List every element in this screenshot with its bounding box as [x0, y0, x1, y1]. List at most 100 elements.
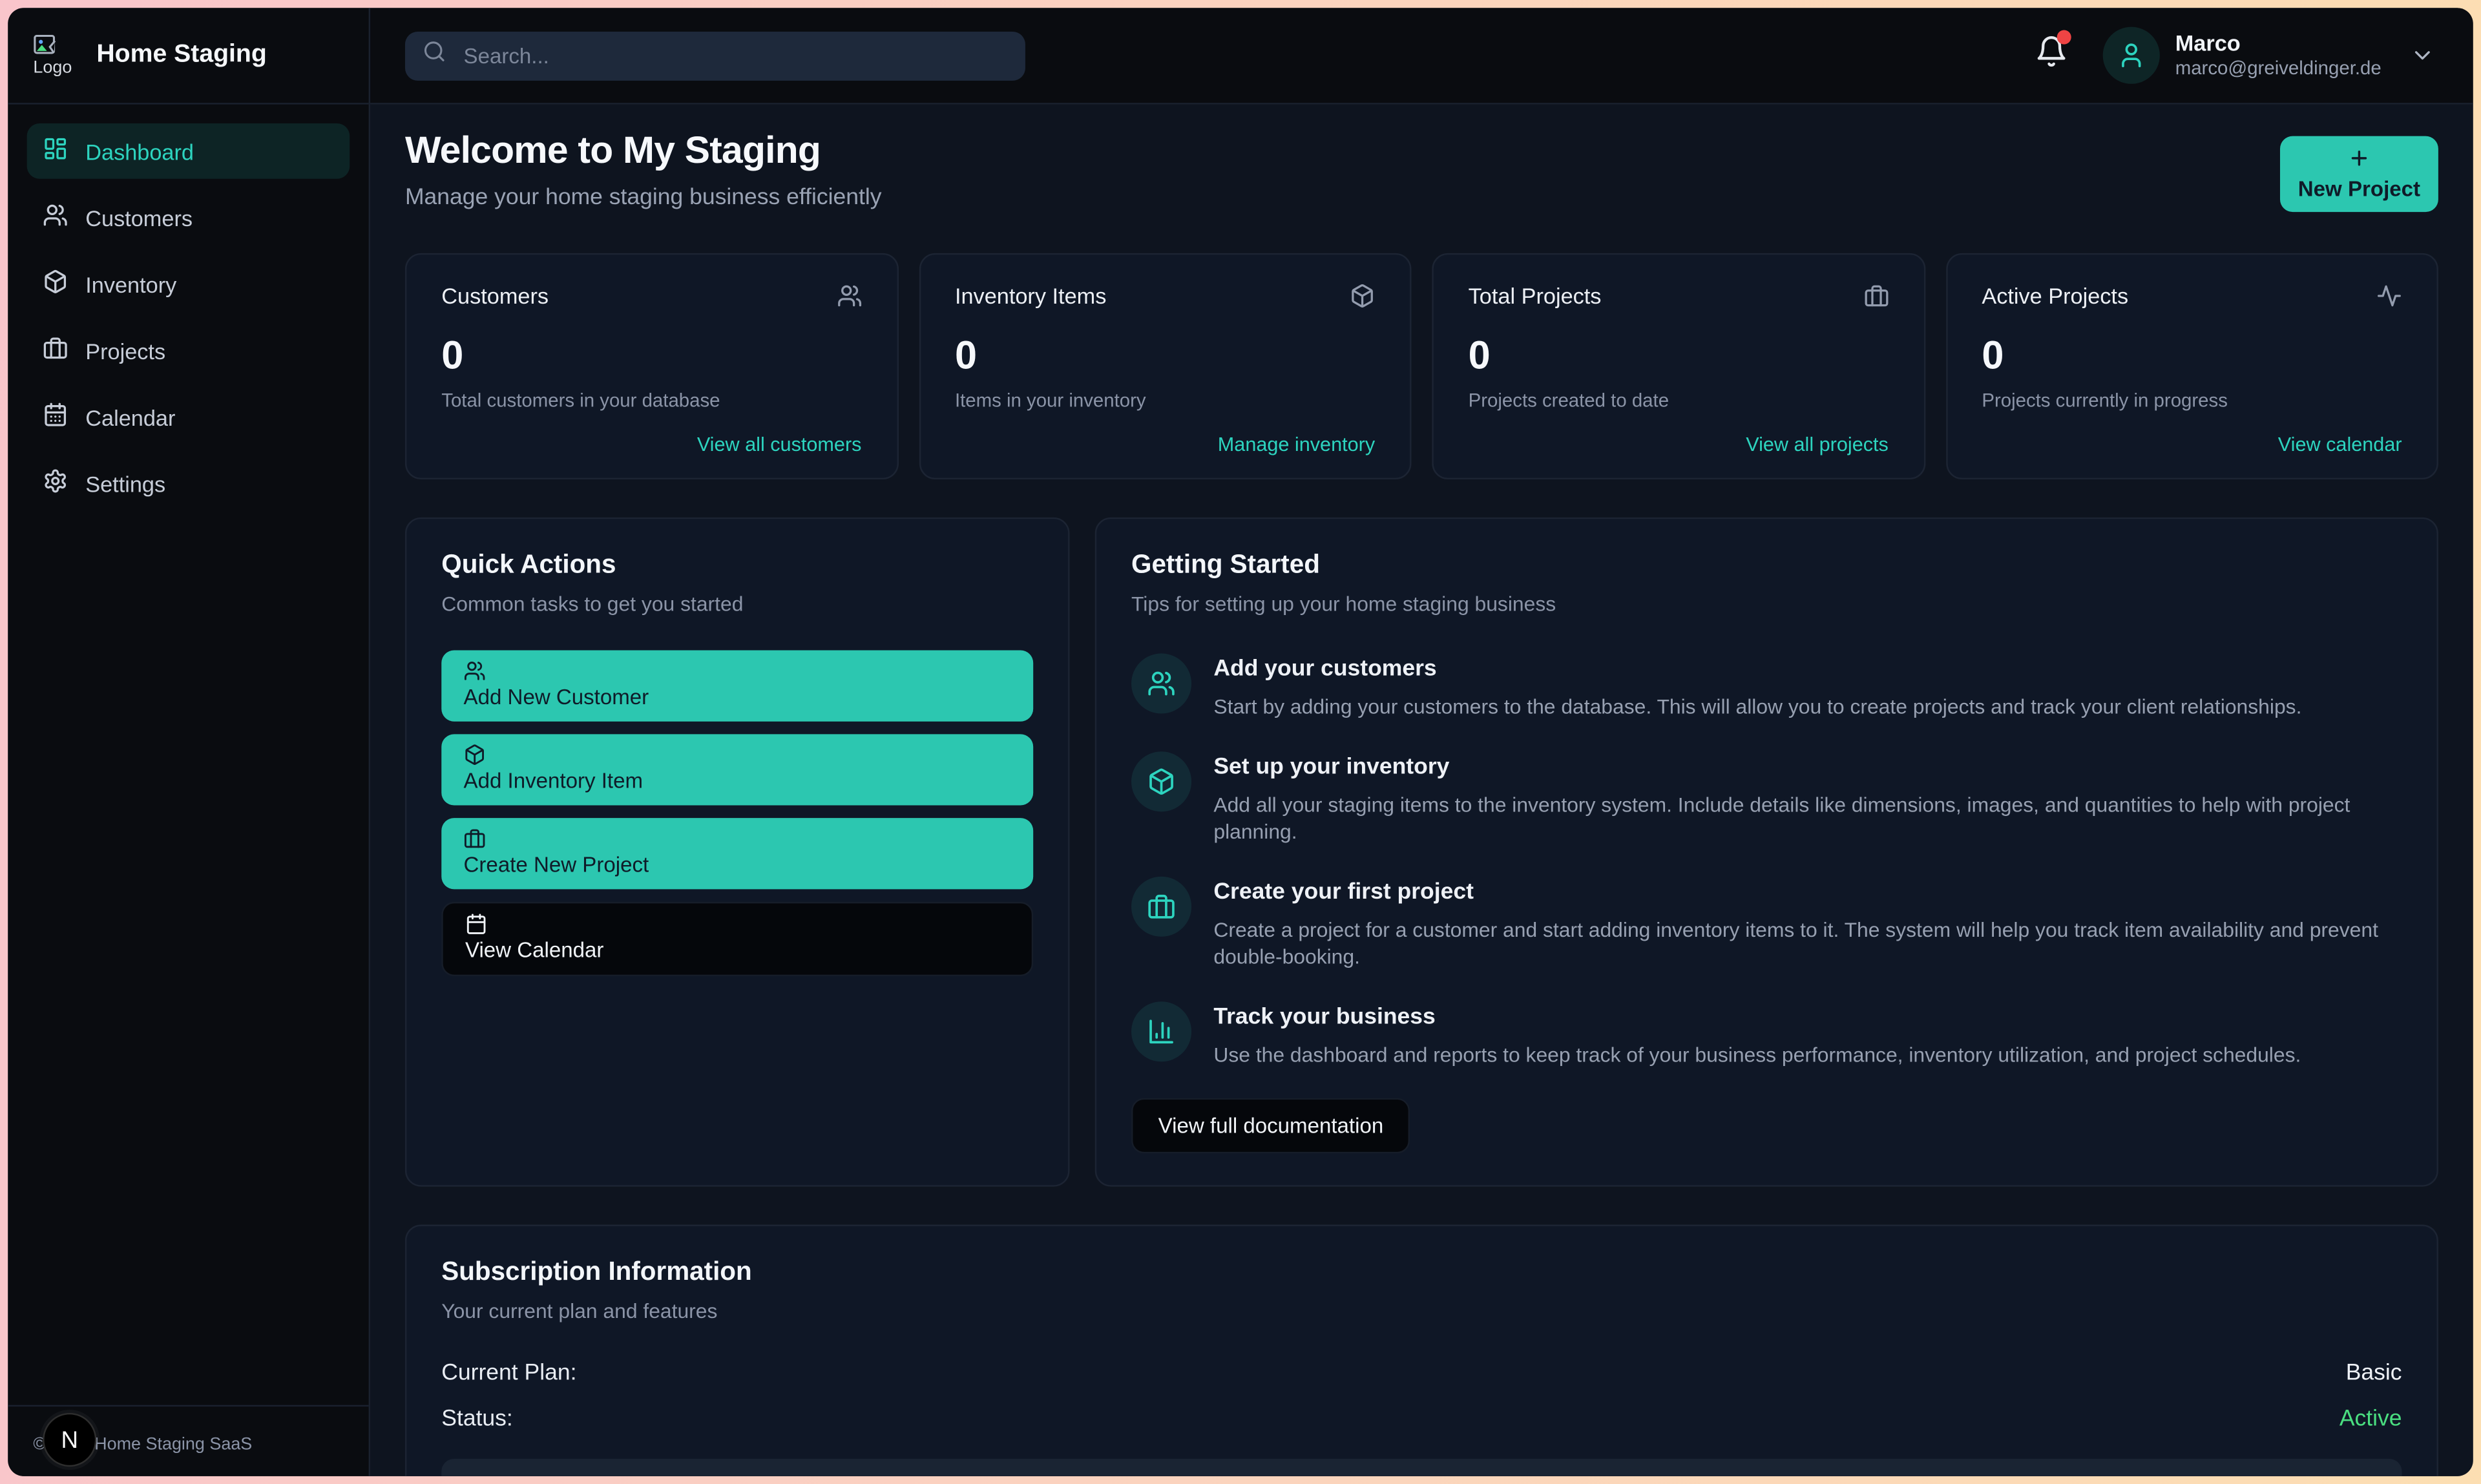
stat-card-total-projects: Total Projects 0 Projects created to dat… — [1432, 253, 1925, 479]
stat-description: Projects currently in progress — [1982, 389, 2402, 411]
subscription-rows: Current Plan: Basic Status: Active — [441, 1361, 2402, 1432]
sidebar-item-label: Settings — [85, 471, 165, 496]
create-new-project-button[interactable]: Create New Project — [441, 818, 1033, 889]
subscription-subtitle: Your current plan and features — [441, 1299, 2402, 1323]
sidebar-item-label: Customers — [85, 205, 193, 230]
new-project-label: New Project — [2298, 177, 2420, 201]
notifications-button[interactable] — [2035, 35, 2068, 76]
status-badge: Active — [2340, 1407, 2402, 1432]
tip-setup-inventory: Set up your inventory Add all your stagi… — [1131, 751, 2402, 846]
user-menu[interactable]: Marco marco@greiveldinger.de — [2102, 27, 2435, 84]
search-input[interactable] — [461, 42, 1008, 69]
package-icon — [1350, 283, 1375, 308]
package-icon — [1131, 751, 1191, 811]
stat-value: 0 — [1469, 334, 1889, 380]
tip-description: Create a project for a customer and star… — [1213, 915, 2402, 971]
notification-dot — [2057, 30, 2071, 45]
users-icon — [836, 283, 861, 308]
stat-card-customers: Customers 0 Total customers in your data… — [405, 253, 898, 479]
bar-chart-icon — [1131, 1001, 1191, 1061]
app-title: Home Staging — [96, 41, 266, 70]
quick-action-label: Add Inventory Item — [464, 769, 644, 793]
gear-icon — [43, 468, 68, 499]
quick-actions-panel: Quick Actions Common tasks to get you st… — [405, 517, 1070, 1187]
tip-title: Track your business — [1213, 1004, 2301, 1029]
stat-description: Projects created to date — [1469, 389, 1889, 411]
sidebar-item-label: Calendar — [85, 404, 175, 430]
sidebar-item-label: Inventory — [85, 271, 176, 297]
user-name: Marco — [2175, 30, 2382, 57]
quick-actions-subtitle: Common tasks to get you started — [441, 592, 1033, 616]
plan-label: Current Plan: — [441, 1361, 576, 1386]
package-icon — [43, 269, 68, 299]
view-documentation-button[interactable]: View full documentation — [1131, 1098, 1410, 1154]
status-label: Status: — [441, 1407, 513, 1432]
add-new-customer-button[interactable]: Add New Customer — [441, 651, 1033, 722]
tip-description: Add all your staging items to the invent… — [1213, 790, 2402, 846]
sidebar-item-projects[interactable]: Projects — [27, 323, 350, 379]
quick-action-label: Create New Project — [464, 853, 649, 877]
calendar-icon — [465, 913, 487, 935]
content-column: Marco marco@greiveldinger.de Welcome to … — [370, 8, 2473, 1476]
page-header: Welcome to My Staging Manage your home s… — [405, 130, 2438, 212]
subscription-title: Subscription Information — [441, 1259, 2402, 1289]
tips-list: Add your customers Start by adding your … — [1131, 653, 2402, 1068]
stat-card-active-projects: Active Projects 0 Projects currently in … — [1945, 253, 2438, 479]
tip-description: Start by adding your customers to the da… — [1213, 693, 2301, 721]
stat-description: Items in your inventory — [955, 389, 1375, 411]
plus-icon — [2348, 147, 2370, 169]
sidebar-item-settings[interactable]: Settings — [27, 455, 350, 511]
chevron-down-icon — [2410, 43, 2435, 68]
tip-title: Set up your inventory — [1213, 754, 2402, 779]
sidebar-item-inventory[interactable]: Inventory — [27, 256, 350, 312]
search-icon — [423, 39, 446, 71]
activity-icon — [2376, 283, 2402, 308]
sidebar-nav: Dashboard Customers Inventory Projects C… — [8, 105, 368, 511]
stat-description: Total customers in your database — [441, 389, 861, 411]
view-all-customers-link[interactable]: View all customers — [697, 434, 862, 455]
sidebar-item-label: Dashboard — [85, 138, 194, 163]
users-icon — [1131, 653, 1191, 713]
getting-started-panel: Getting Started Tips for setting up your… — [1095, 517, 2438, 1187]
getting-started-subtitle: Tips for setting up your home staging bu… — [1131, 592, 2402, 616]
dev-badge-letter: N — [61, 1427, 78, 1454]
sidebar-item-customers[interactable]: Customers — [27, 190, 350, 246]
tip-description: Use the dashboard and reports to keep tr… — [1213, 1041, 2301, 1069]
page-subtitle: Manage your home staging business effici… — [405, 185, 882, 211]
briefcase-icon — [43, 335, 68, 366]
sidebar-item-dashboard[interactable]: Dashboard — [27, 123, 350, 179]
tip-add-customers: Add your customers Start by adding your … — [1131, 653, 2402, 720]
plan-value: Basic — [2346, 1361, 2402, 1386]
broken-logo-image-icon: Logo — [33, 34, 80, 77]
quick-actions-title: Quick Actions — [441, 550, 1033, 581]
briefcase-icon — [464, 828, 486, 850]
avatar — [2102, 27, 2159, 84]
page-title: Welcome to My Staging — [405, 130, 882, 174]
sidebar-item-calendar[interactable]: Calendar — [27, 389, 350, 444]
quick-action-label: View Calendar — [465, 938, 603, 962]
tip-title: Add your customers — [1213, 656, 2301, 682]
view-all-projects-link[interactable]: View all projects — [1746, 434, 1889, 455]
topbar-right: Marco marco@greiveldinger.de — [2035, 27, 2435, 84]
sidebar: Logo Home Staging Dashboard Customers In… — [8, 8, 370, 1476]
stat-title: Total Projects — [1469, 283, 1602, 308]
stat-title: Inventory Items — [955, 283, 1106, 308]
screen: Logo Home Staging Dashboard Customers In… — [0, 0, 2481, 1484]
stat-title: Customers — [441, 283, 549, 308]
nextjs-dev-badge[interactable]: N — [43, 1413, 96, 1467]
view-calendar-button[interactable]: View Calendar — [441, 902, 1033, 976]
add-inventory-item-button[interactable]: Add Inventory Item — [441, 734, 1033, 805]
new-project-button[interactable]: New Project — [2280, 136, 2438, 213]
app-window: Logo Home Staging Dashboard Customers In… — [8, 8, 2473, 1476]
search-box[interactable] — [405, 31, 1025, 80]
view-calendar-link[interactable]: View calendar — [2278, 434, 2402, 455]
quick-action-label: Add New Customer — [464, 685, 649, 709]
calendar-icon — [43, 402, 68, 432]
stat-value: 0 — [1982, 334, 2402, 380]
manage-inventory-link[interactable]: Manage inventory — [1218, 434, 1375, 455]
getting-started-title: Getting Started — [1131, 550, 2402, 581]
tip-track-business: Track your business Use the dashboard an… — [1131, 1001, 2402, 1069]
logo-alt-text: Logo — [33, 57, 72, 76]
stat-value: 0 — [441, 334, 861, 380]
tip-title: Create your first project — [1213, 879, 2402, 904]
